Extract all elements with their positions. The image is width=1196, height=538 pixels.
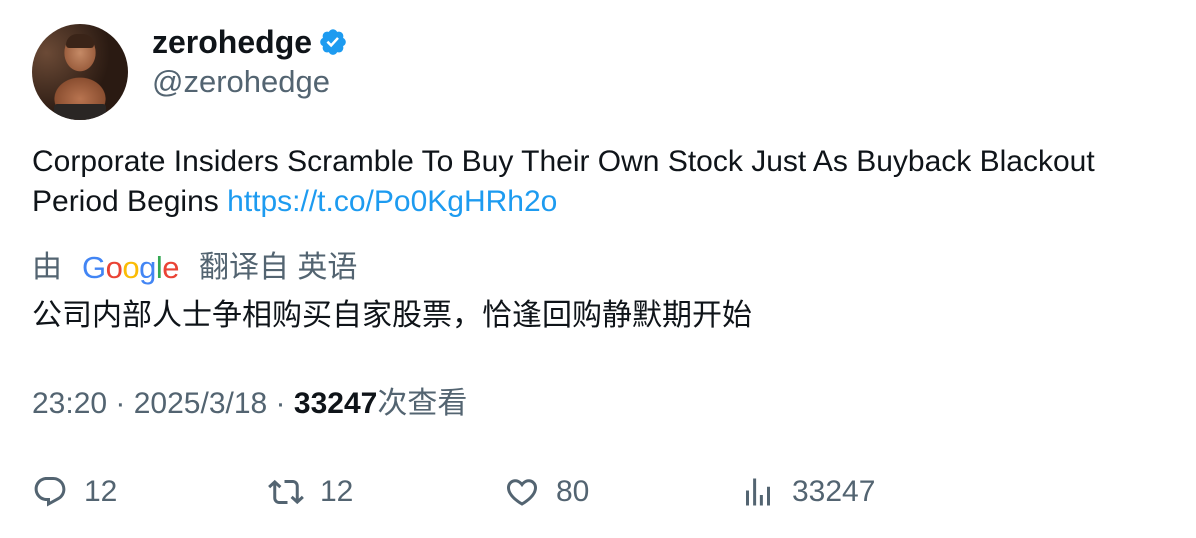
translation-attribution: 由 Google 翻译自 英语 — [32, 248, 357, 288]
retweet-icon — [268, 479, 304, 505]
bar-chart-icon — [746, 478, 770, 506]
author-handle[interactable]: @zerohedge — [152, 62, 330, 102]
translated-text: 公司内部人士争相购买自家股票，恰逢回购静默期开始 — [32, 299, 752, 332]
tweet-body: Corporate Insiders Scramble To Buy Their… — [32, 145, 1095, 218]
reply-icon — [34, 477, 66, 507]
meta-separator: · — [267, 387, 294, 420]
like-count: 80 — [556, 475, 590, 508]
heart-icon — [506, 479, 538, 506]
retweet-button[interactable]: 12 — [268, 472, 353, 512]
like-button[interactable]: 80 — [504, 472, 589, 512]
reply-count: 12 — [84, 475, 118, 508]
author-display-name[interactable]: zerohedge — [152, 22, 312, 62]
tweet-time[interactable]: 23:20 — [32, 384, 107, 424]
action-bar: 12 12 80 33247 — [32, 472, 1172, 512]
avatar-belt — [54, 104, 106, 120]
views-count: 33247 — [293, 387, 378, 420]
translated-from-label[interactable]: 翻译自 英语 — [199, 248, 357, 288]
tweet-text: Corporate Insiders Scramble To Buy Their… — [32, 142, 1152, 222]
author-avatar[interactable] — [32, 24, 128, 120]
tweet-meta: 23:20 · 2025/3/18 · 33247 次查看 — [32, 384, 467, 424]
avatar-hair — [66, 34, 94, 48]
verified-badge-icon — [320, 29, 346, 55]
tweet-link[interactable]: https://t.co/Po0KgHRh2o — [227, 185, 557, 218]
views-label: 次查看 — [377, 387, 468, 420]
meta-separator: · — [107, 387, 134, 420]
tweet-date[interactable]: 2025/3/18 — [134, 384, 267, 424]
views-button[interactable]: 33247 — [740, 472, 875, 512]
views-action-count: 33247 — [792, 475, 876, 508]
retweet-count: 12 — [320, 475, 354, 508]
author-name-row: zerohedge — [152, 22, 348, 62]
reply-button[interactable]: 12 — [32, 472, 117, 512]
translated-by-label: 由 — [32, 251, 62, 284]
google-logo: Google — [82, 250, 180, 285]
